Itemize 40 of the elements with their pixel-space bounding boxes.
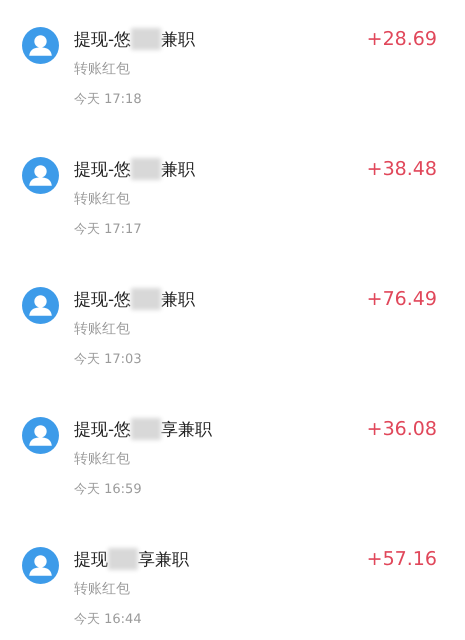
transaction-row[interactable]: 提现-悠 兼职 转账红包 今天 17:03 +76.49 [0, 260, 465, 390]
transaction-time: 今天 16:44 [74, 611, 143, 628]
transaction-time: 今天 17:18 [74, 91, 143, 108]
transaction-title: 兼职 [161, 288, 196, 310]
redaction-blur [131, 28, 162, 50]
avatar-icon [22, 157, 59, 194]
avatar-icon [22, 27, 59, 64]
transaction-title: 享兼职 [138, 548, 189, 570]
transaction-title: 提现-悠 [74, 158, 132, 180]
transaction-amount: +38.48 [366, 158, 437, 180]
avatar-icon [22, 287, 59, 324]
transaction-amount: +76.49 [366, 288, 437, 310]
transaction-title: 享兼职 [161, 418, 212, 440]
transaction-row[interactable]: 提现 享兼职 转账红包 今天 16:44 +57.16 [0, 520, 465, 640]
transaction-title: 提现-悠 [74, 418, 132, 440]
transaction-type: 转账红包 [74, 190, 131, 208]
transaction-title: 提现-悠 [74, 28, 132, 50]
transaction-title: 兼职 [161, 158, 196, 180]
avatar-icon [22, 547, 59, 584]
transaction-amount: +36.08 [366, 418, 437, 440]
transaction-row[interactable]: 提现-悠 兼职 转账红包 今天 17:17 +38.48 [0, 130, 465, 260]
redaction-blur [108, 548, 138, 570]
transaction-title: 提现 [74, 548, 108, 570]
transaction-type: 转账红包 [74, 320, 131, 338]
transaction-type: 转账红包 [74, 60, 131, 78]
redaction-blur [131, 288, 162, 310]
transaction-time: 今天 17:17 [74, 221, 143, 238]
transaction-type: 转账红包 [74, 580, 131, 598]
avatar-icon [22, 417, 59, 454]
redaction-blur [131, 418, 162, 440]
transaction-type: 转账红包 [74, 450, 131, 468]
transaction-row[interactable]: 提现-悠 兼职 转账红包 今天 17:18 +28.69 [0, 0, 465, 130]
transaction-row[interactable]: 提现-悠 享兼职 转账红包 今天 16:59 +36.08 [0, 390, 465, 520]
transaction-time: 今天 16:59 [74, 481, 143, 498]
transaction-time: 今天 17:03 [74, 351, 143, 368]
transaction-amount: +28.69 [366, 28, 437, 50]
redaction-blur [131, 158, 162, 180]
transaction-title: 提现-悠 [74, 288, 132, 310]
transaction-title: 兼职 [161, 28, 196, 50]
transaction-amount: +57.16 [366, 548, 437, 570]
